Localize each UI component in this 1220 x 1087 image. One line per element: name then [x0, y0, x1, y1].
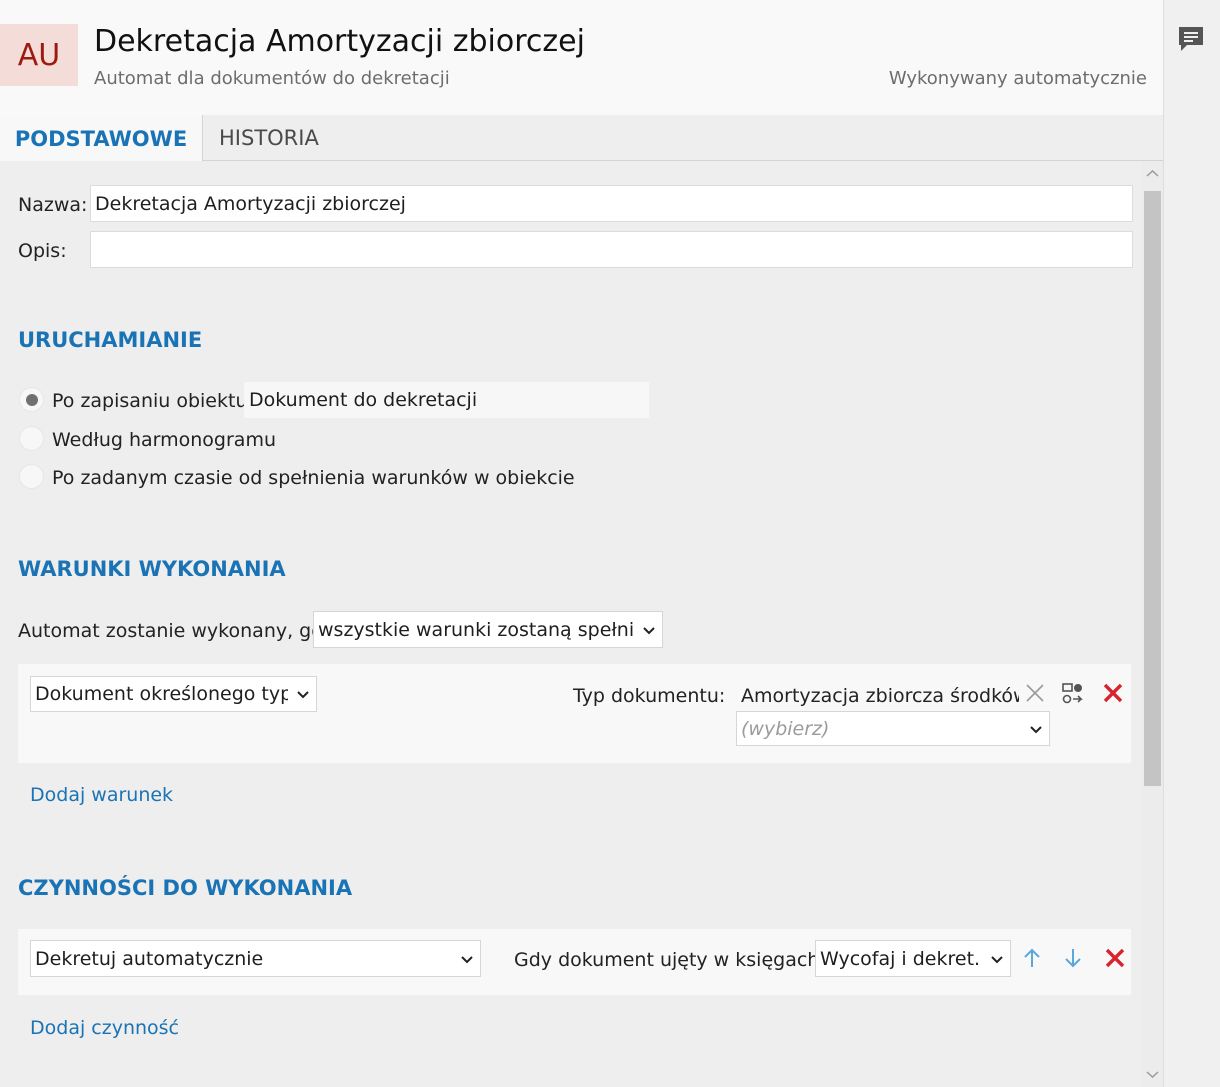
section-title-conditions: WARUNKI WYKONANIA [18, 557, 286, 581]
name-field[interactable]: Dekretacja Amortyzacji zbiorczej [90, 185, 1133, 222]
chevron-down-icon [461, 955, 473, 963]
chevron-down-icon [643, 626, 655, 634]
chevron-down-icon [297, 691, 309, 699]
main-content: Nazwa: Dekretacja Amortyzacji zbiorczej … [0, 161, 1163, 1087]
radio-label-schedule: Według harmonogramu [52, 429, 276, 451]
arrow-up-icon[interactable] [1019, 945, 1045, 971]
action-item: Dekretuj automatycznie Gdy dokument ujęt… [18, 929, 1131, 995]
condition-rule-select[interactable]: wszystkie warunki zostaną spełnione [313, 611, 663, 648]
clear-x-icon[interactable] [1022, 680, 1048, 706]
document-type-label: Typ dokumentu: [573, 685, 726, 707]
page-title: Dekretacja Amortyzacji zbiorczej [94, 24, 585, 59]
booked-document-label: Gdy dokument ujęty w księgach: [514, 949, 826, 971]
document-type-placeholder: (wybierz) [741, 717, 830, 740]
condition-type-select[interactable]: Dokument określonego typu [30, 676, 317, 712]
tab-historia[interactable]: HISTORIA [203, 115, 335, 161]
delete-icon[interactable] [1100, 680, 1126, 706]
automation-editor: AU Dekretacja Amortyzacji zbiorczej Auto… [0, 0, 1220, 1087]
trigger-object-value: Dokument do dekretacji [244, 382, 649, 418]
tab-bar: PODSTAWOWE HISTORIA [0, 115, 1163, 162]
radio-after-save[interactable] [19, 387, 44, 412]
radio-label-after-save: Po zapisaniu obiektu [52, 390, 248, 412]
condition-type-value: Dokument określonego typu [35, 683, 288, 705]
scrollbar-thumb[interactable] [1144, 191, 1161, 786]
avatar: AU [0, 24, 78, 86]
vertical-scrollbar[interactable] [1142, 161, 1163, 1087]
radio-schedule[interactable] [19, 426, 44, 451]
document-type-value: Amortyzacja zbiorcza środków tr [741, 685, 1019, 707]
add-action-link[interactable]: Dodaj czynność [30, 1017, 179, 1039]
delete-icon[interactable] [1102, 945, 1128, 971]
arrow-down-icon[interactable] [1060, 945, 1086, 971]
booked-document-select[interactable]: Wycofaj i dekret... [815, 940, 1011, 977]
description-field[interactable] [90, 231, 1133, 268]
document-type-picker[interactable]: (wybierz) [736, 711, 1050, 746]
chevron-down-icon [1030, 725, 1042, 733]
side-panel [1163, 0, 1220, 1087]
booked-document-value: Wycofaj i dekret... [820, 947, 982, 970]
action-select[interactable]: Dekretuj automatycznie [30, 940, 481, 977]
execution-mode-label: Wykonywany automatycznie [888, 68, 1147, 89]
section-title-actions: CZYNNOŚCI DO WYKONANIA [18, 876, 353, 900]
radio-delay[interactable] [19, 464, 44, 489]
condition-item: Dokument określonego typu Typ dokumentu:… [18, 664, 1131, 763]
section-title-triggering: URUCHAMIANIE [18, 328, 203, 352]
settings-swap-icon[interactable] [1060, 680, 1086, 706]
page-subtitle: Automat dla dokumentów do dekretacji [94, 68, 450, 89]
add-condition-link[interactable]: Dodaj warunek [30, 784, 173, 806]
radio-label-delay: Po zadanym czasie od spełnienia warunków… [52, 467, 575, 489]
action-value: Dekretuj automatycznie [35, 947, 264, 970]
chevron-down-icon [991, 955, 1003, 963]
tab-podstawowe[interactable]: PODSTAWOWE [0, 115, 203, 162]
scroll-up-icon[interactable] [1145, 166, 1160, 181]
header: AU Dekretacja Amortyzacji zbiorczej Auto… [0, 0, 1163, 115]
name-label: Nazwa: [18, 194, 88, 216]
description-label: Opis: [18, 240, 67, 262]
scroll-down-icon[interactable] [1145, 1067, 1160, 1082]
condition-rule-label: Automat zostanie wykonany, gdy [18, 620, 335, 642]
comment-icon[interactable] [1176, 24, 1206, 54]
condition-rule-value: wszystkie warunki zostaną spełnione [318, 618, 634, 641]
